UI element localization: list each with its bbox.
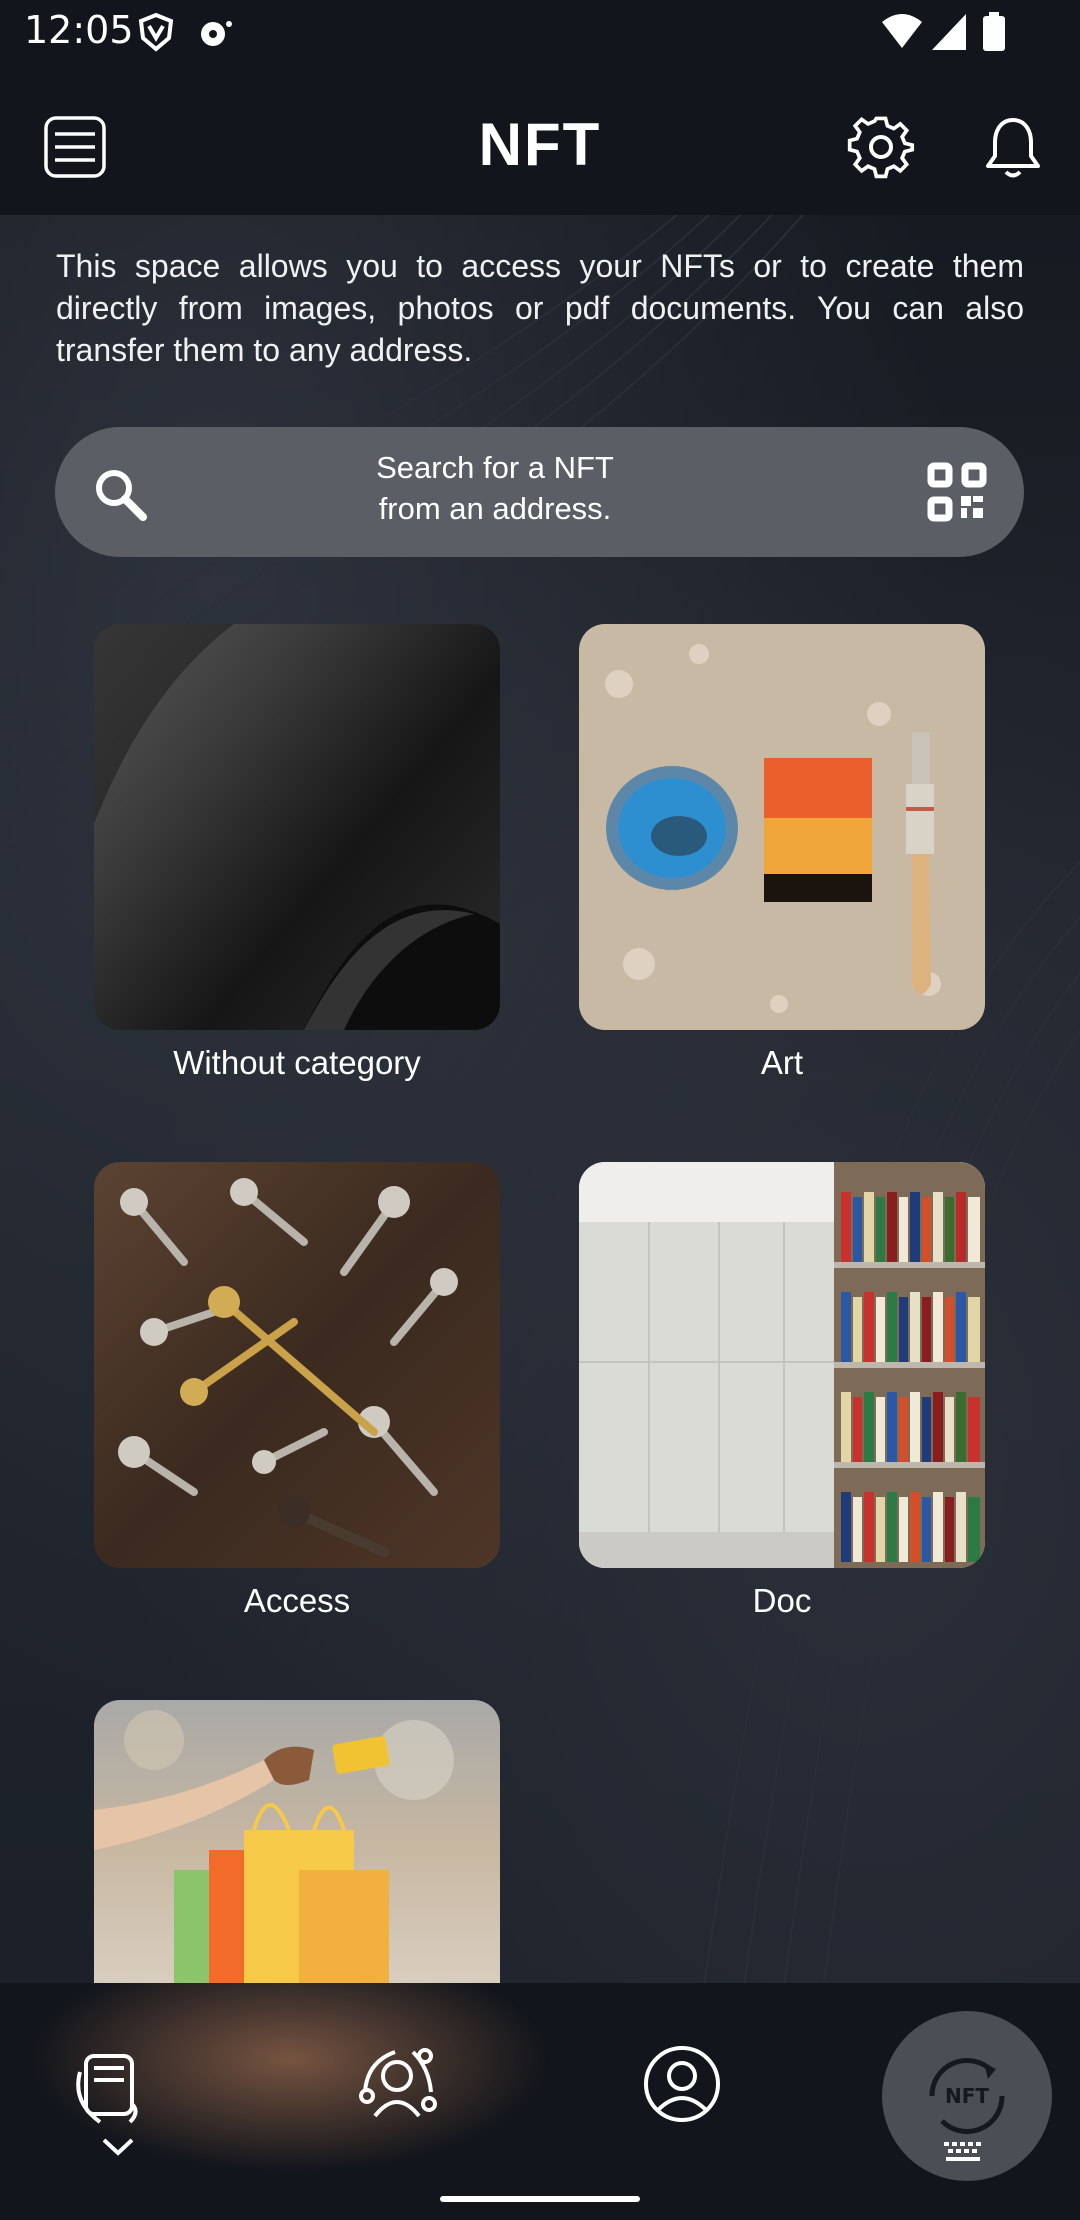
network-user-icon[interactable]: [355, 2042, 439, 2131]
tile-label: Doc: [752, 1582, 812, 1619]
profile-icon[interactable]: [640, 2042, 724, 2131]
home-indicator[interactable]: [440, 2196, 640, 2202]
qr-code-icon[interactable]: [927, 462, 987, 527]
page-title: NFT: [478, 111, 602, 178]
search-input[interactable]: Search for a NFT from an address.: [255, 447, 735, 529]
doc-image: [579, 1162, 985, 1568]
shopping-image: [94, 1700, 500, 1990]
intro-text: This space allows you to access your NFT…: [56, 248, 1024, 368]
without-category-image: [94, 624, 500, 1030]
search-icon[interactable]: [91, 465, 151, 530]
signal-icon: [930, 12, 970, 57]
tile-label: Access: [243, 1582, 351, 1619]
svg-text:NFT: NFT: [945, 2084, 989, 2108]
chevron-down-icon[interactable]: [100, 2135, 136, 2164]
status-time: 12:05: [24, 8, 134, 52]
battery-icon: [982, 12, 1006, 57]
app-header: NFT: [0, 100, 1080, 200]
category-tile-doc[interactable]: Doc: [579, 1162, 985, 1620]
sync-icon: [196, 12, 236, 57]
tile-label: Without category: [173, 1044, 421, 1081]
category-tile-without-category[interactable]: Without category: [94, 624, 500, 1082]
category-tile-shopping[interactable]: [94, 1700, 500, 2004]
category-tile-art[interactable]: Art: [579, 624, 985, 1082]
keyboard-icon[interactable]: [942, 2140, 984, 2169]
access-image: [94, 1162, 500, 1568]
status-bar: 12:05: [0, 0, 1080, 66]
art-image: [579, 624, 985, 1030]
wifi-icon: [880, 12, 924, 57]
wallet-icon[interactable]: [70, 2042, 150, 2131]
gear-icon[interactable]: [846, 112, 916, 182]
nft-icon: NFT: [922, 2051, 1012, 2146]
category-tile-access[interactable]: Access: [94, 1162, 500, 1620]
tile-label: Art: [760, 1044, 804, 1081]
vpn-shield-icon: [136, 12, 176, 57]
search-bar[interactable]: Search for a NFT from an address.: [55, 427, 1024, 557]
bell-icon[interactable]: [978, 112, 1048, 182]
